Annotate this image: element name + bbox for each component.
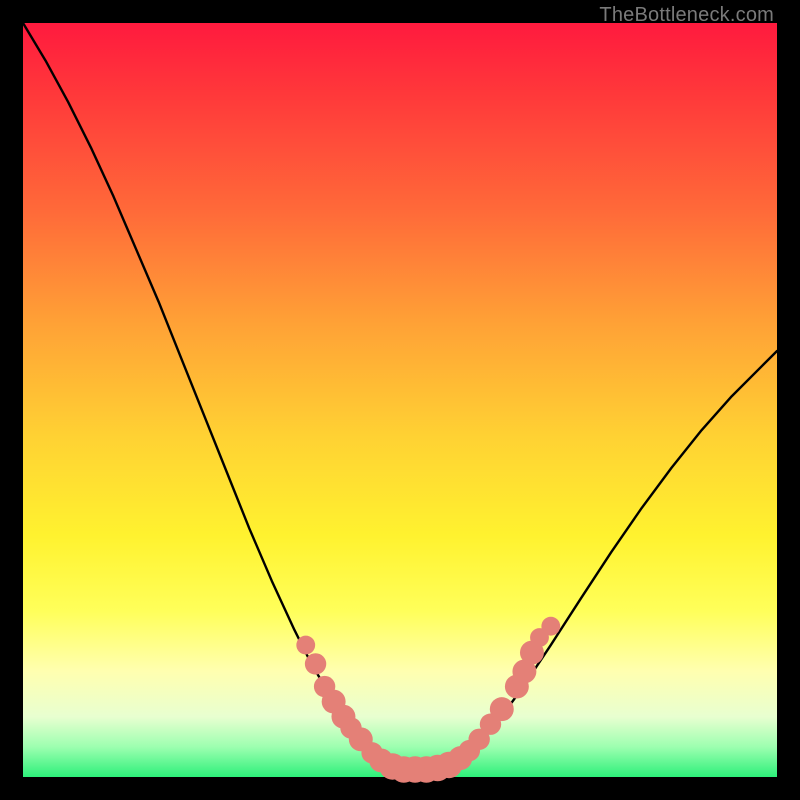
data-marker <box>305 653 326 674</box>
plot-area <box>23 23 777 777</box>
chart-svg <box>23 23 777 777</box>
attribution-label: TheBottleneck.com <box>599 4 774 27</box>
curve-path <box>23 23 777 769</box>
data-markers <box>296 617 560 783</box>
bottleneck-curve <box>23 23 777 769</box>
data-marker <box>541 617 560 636</box>
data-marker <box>490 697 514 721</box>
data-marker <box>296 636 315 655</box>
chart-stage: TheBottleneck.com <box>0 0 800 800</box>
